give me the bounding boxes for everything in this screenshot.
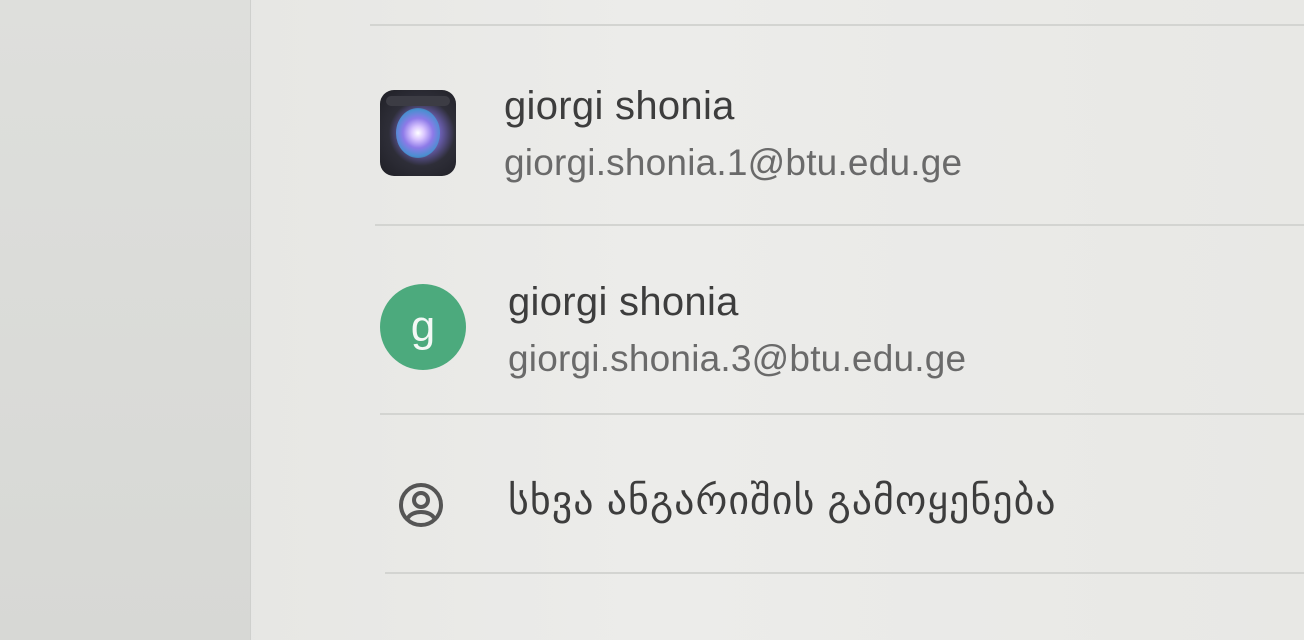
account-email: giorgi.shonia.1@btu.edu.ge [504, 142, 963, 183]
divider [370, 24, 1304, 26]
account-name: giorgi shonia [504, 84, 735, 128]
account-name: giorgi shonia [508, 280, 739, 324]
divider [385, 572, 1304, 574]
account-chooser: giorgi shonia giorgi.shonia.1@btu.edu.ge… [0, 0, 1304, 640]
account-circle-icon [399, 483, 443, 527]
avatar-band [386, 96, 450, 106]
divider [375, 224, 1304, 226]
left-panel [0, 0, 251, 640]
use-another-account-button[interactable]: სხვა ანგარიშის გამოყენება [380, 462, 1304, 542]
use-another-account-label: სხვა ანგარიშის გამოყენება [508, 479, 1057, 523]
avatar-disc [396, 108, 440, 158]
avatar: g [380, 284, 466, 370]
divider [380, 413, 1304, 415]
avatar-photo [380, 90, 456, 176]
account-email: giorgi.shonia.3@btu.edu.ge [508, 338, 967, 379]
account-item-1[interactable]: giorgi shonia giorgi.shonia.1@btu.edu.ge [380, 80, 1304, 200]
account-item-2[interactable]: g giorgi shonia giorgi.shonia.3@btu.edu.… [380, 276, 1304, 396]
